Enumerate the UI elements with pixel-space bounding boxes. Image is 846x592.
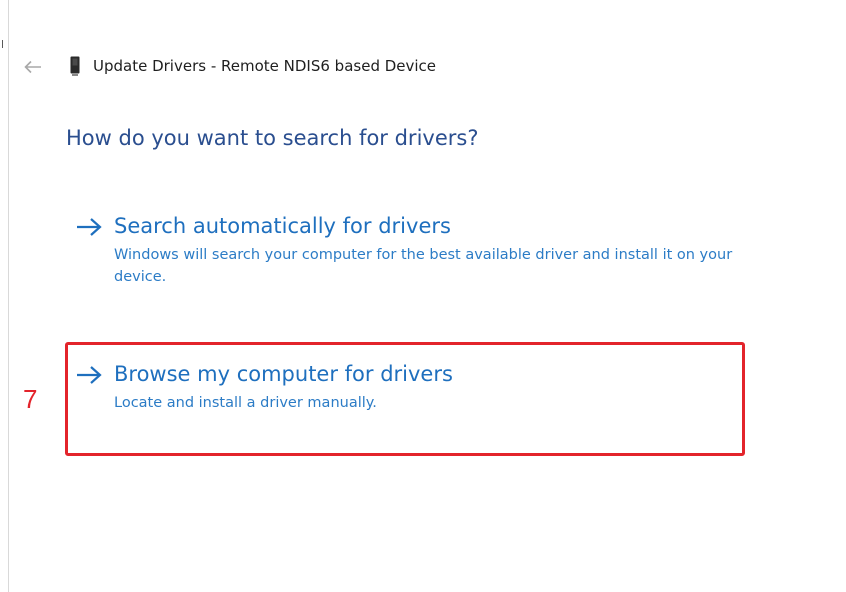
search-automatically-description: Windows will search your computer for th…	[114, 247, 733, 285]
network-device-icon	[69, 55, 81, 77]
browse-computer-option[interactable]: Browse my computer for drivers Locate an…	[75, 362, 725, 422]
arrow-right-icon	[77, 366, 102, 384]
window-edge-mark	[2, 40, 3, 48]
browse-computer-label: Browse my computer for drivers	[114, 362, 453, 386]
annotation-step-number: 7	[23, 384, 38, 414]
back-button[interactable]	[21, 57, 45, 77]
update-drivers-window: Update Drivers - Remote NDIS6 based Devi…	[8, 0, 846, 592]
arrow-right-icon	[77, 218, 102, 236]
search-automatically-option[interactable]: Search automatically for drivers Windows…	[75, 214, 732, 294]
browse-computer-description: Locate and install a driver manually.	[114, 395, 377, 411]
back-arrow-icon	[24, 60, 41, 74]
search-automatically-label: Search automatically for drivers	[114, 214, 451, 238]
title-bar: Update Drivers - Remote NDIS6 based Devi…	[9, 50, 846, 86]
page-heading: How do you want to search for drivers?	[66, 126, 479, 150]
window-title: Update Drivers - Remote NDIS6 based Devi…	[93, 57, 437, 75]
